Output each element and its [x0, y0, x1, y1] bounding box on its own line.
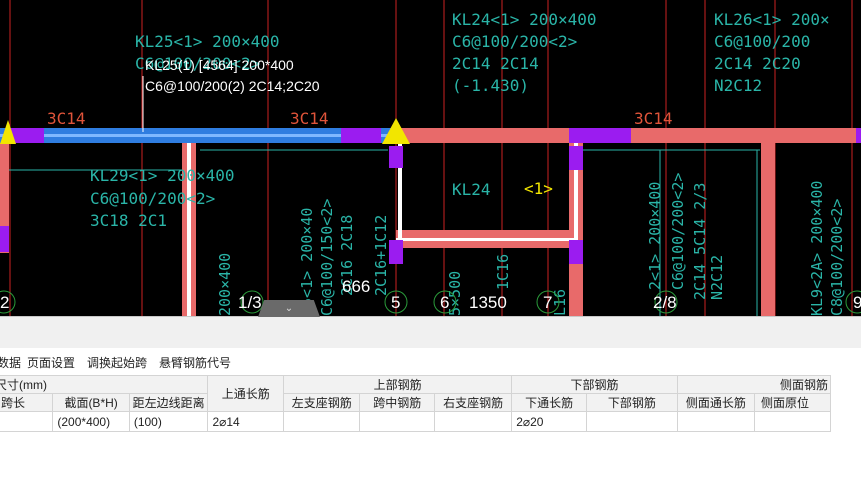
- cad-drawing-canvas[interactable]: KL25<1> 200×400 C6@100/200<2> KL24<1> 20…: [0, 0, 861, 316]
- vertical-label: 2<1> 200×400: [646, 182, 664, 290]
- header-side-through: 侧面通长筋: [676, 393, 755, 412]
- kl29-label-line1: KL29<1> 200×400: [90, 166, 235, 185]
- header-section: 截面(B*H): [52, 393, 130, 412]
- axis-mark[interactable]: 2: [0, 293, 9, 312]
- cell-bottom[interactable]: [585, 411, 678, 432]
- kl24-tag: KL24: [452, 180, 491, 199]
- kl24-label-line4: (-1.430): [452, 76, 529, 95]
- rebar-table-toolbar: 数据 页面设置 调换起始跨 悬臂钢筋代号: [0, 348, 861, 374]
- cell-right-support[interactable]: [434, 411, 513, 432]
- selected-beam-centerline: [0, 134, 396, 137]
- vertical-label: 1C16: [494, 254, 512, 290]
- kl25-label-line1: KL25<1> 200×400: [135, 32, 280, 51]
- header-left-offset: 距左边线距离: [128, 393, 209, 412]
- header-bottom-through: 下通长筋: [511, 393, 587, 412]
- header-bottom-rebar: 下部钢筋: [511, 375, 678, 394]
- kl29-label-line2: C6@100/200<2>: [90, 189, 215, 208]
- support-rebar-label: 3C14: [290, 109, 329, 128]
- support-rebar-label: 3C14: [634, 109, 673, 128]
- kl26-label-line1: KL26<1> 200×: [714, 10, 830, 29]
- toolbar-item-page-setup[interactable]: 页面设置: [27, 354, 75, 371]
- cell-left-offset[interactable]: (100): [128, 411, 209, 432]
- vertical-label: KL9<2A> 200×400: [808, 181, 826, 316]
- axis-mark[interactable]: 2/8: [653, 293, 677, 312]
- toolbar-item-cantilever-code[interactable]: 悬臂钢筋代号: [159, 354, 231, 371]
- kl24-label-line2: C6@100/200<2>: [452, 32, 577, 51]
- kl26-label-line3: 2C14 2C20: [714, 54, 801, 73]
- header-size: 尺寸(mm): [0, 375, 209, 394]
- rebar-input-table[interactable]: 尺寸(mm) 上通长筋 上部钢筋 下部钢筋 侧面钢筋 跨长 截面(B*H) 距左…: [0, 375, 861, 498]
- cell-top-through[interactable]: 2⌀14: [207, 411, 285, 432]
- table-row: (200*400) (100) 2⌀14 2⌀20: [0, 411, 832, 432]
- cell-left-support[interactable]: [283, 411, 361, 432]
- chevron-down-icon: ⌄: [284, 303, 294, 314]
- header-bottom: 下部钢筋: [585, 393, 678, 412]
- collapse-panel-button[interactable]: ⌄: [258, 300, 320, 317]
- toolbar-item-data[interactable]: 数据: [0, 354, 21, 371]
- header-left-support: 左支座钢筋: [283, 393, 361, 412]
- vertical-label: 2C14 5C14 2/3: [691, 183, 709, 300]
- kl24-label-line3: 2C14 2C14: [452, 54, 539, 73]
- tooltip-line2: C6@100/200(2) 2C14;2C20: [145, 78, 320, 94]
- axis-mark[interactable]: 1/3: [238, 293, 262, 312]
- cad-drawing[interactable]: KL25<1> 200×400 C6@100/200<2> KL24<1> 20…: [0, 0, 861, 316]
- header-mid-span: 跨中钢筋: [359, 393, 436, 412]
- axis-mark[interactable]: 7: [543, 293, 552, 312]
- dimension-number: 666: [342, 277, 370, 296]
- header-top-rebar: 上部钢筋: [283, 375, 513, 394]
- header-right-support: 右支座钢筋: [434, 393, 513, 412]
- cell-side-origin[interactable]: [753, 411, 832, 432]
- vertical-label: L5<1> 200×40: [298, 208, 316, 316]
- kl24-label-line1: KL24<1> 200×400: [452, 10, 597, 29]
- header-side-origin: 侧面原位: [753, 393, 832, 412]
- tooltip-line1: KL25(1) [4564] 200*400: [145, 57, 294, 73]
- cell-span-length[interactable]: [0, 411, 54, 432]
- vertical-label: C6@100/150<2>: [318, 199, 336, 316]
- header-top-through: 上通长筋: [207, 375, 285, 412]
- cell-mid-span[interactable]: [359, 411, 436, 432]
- toolbar-item-swap-start-span[interactable]: 调换起始跨: [87, 354, 147, 371]
- axis-circles: [0, 290, 861, 314]
- vertical-label: 200×400: [216, 253, 234, 316]
- dimension-number: 1350: [469, 293, 507, 312]
- axis-mark[interactable]: 6: [440, 293, 449, 312]
- vertical-label: 2C16+1C12: [372, 215, 390, 296]
- kl24-tag-suffix: <1>: [524, 179, 553, 198]
- kl26-label-line4: N2C12: [714, 76, 762, 95]
- vertical-label: C6@100/200<2>: [669, 173, 687, 290]
- panel-splitter[interactable]: ⌄: [0, 300, 861, 349]
- support-rebar-label: 3C14: [47, 109, 86, 128]
- header-side-rebar: 侧面钢筋: [676, 375, 832, 394]
- cell-side-through[interactable]: [676, 411, 755, 432]
- cell-bottom-through[interactable]: 2⌀20: [511, 411, 587, 432]
- vertical-label: C8@100/200<2>: [828, 199, 846, 316]
- header-span-length: 跨长: [0, 393, 54, 412]
- cell-section[interactable]: (200*400): [52, 411, 130, 432]
- axis-mark[interactable]: 5: [391, 293, 400, 312]
- vertical-label: N2C12: [708, 255, 726, 300]
- kl29-label-line3: 3C18 2C1: [90, 211, 167, 230]
- axis-mark[interactable]: 9: [853, 293, 861, 312]
- kl26-label-line2: C6@100/200: [714, 32, 810, 51]
